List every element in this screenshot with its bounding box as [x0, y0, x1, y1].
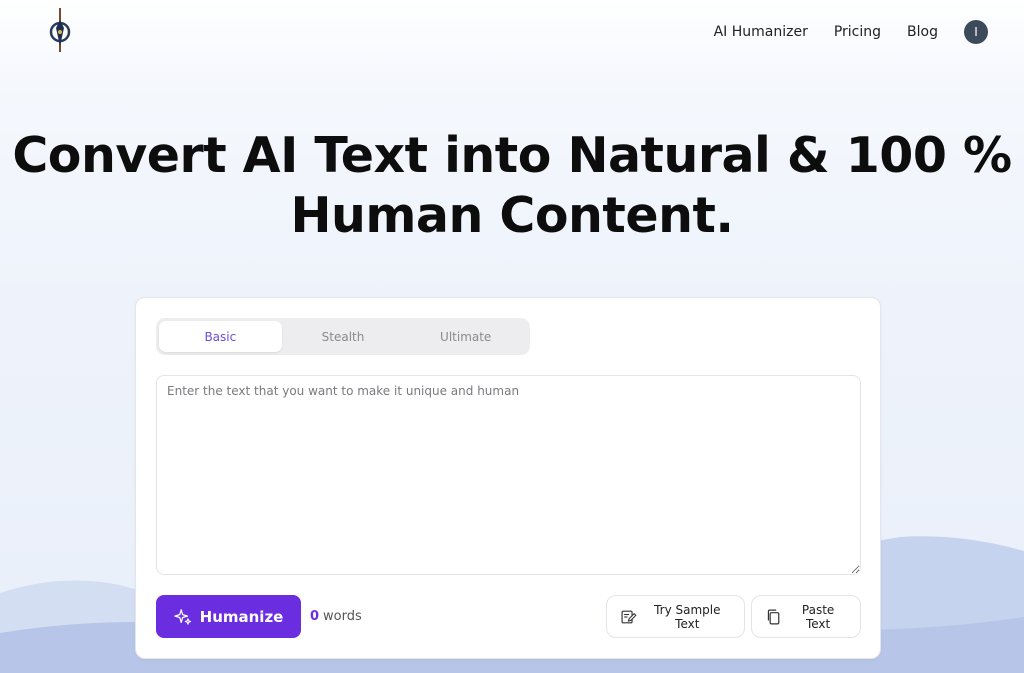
- input-text-area[interactable]: [156, 375, 861, 575]
- humanizer-card: Basic Stealth Ultimate Humanize 0words T…: [135, 297, 881, 659]
- word-count-unit: words: [323, 609, 362, 624]
- sparkle-icon: [173, 608, 191, 625]
- nav-ai-humanizer[interactable]: AI Humanizer: [714, 22, 808, 42]
- nav-blog[interactable]: Blog: [907, 22, 938, 42]
- paste-text-button[interactable]: Paste Text: [751, 595, 861, 638]
- main-nav: AI Humanizer Pricing Blog I: [688, 20, 988, 44]
- hero-title-line1: Convert AI Text into Natural & 100 %: [12, 127, 1012, 184]
- paste-text-label: Paste Text: [801, 602, 835, 631]
- try-sample-text-label: Try Sample Text: [654, 602, 721, 631]
- hero-title: Convert AI Text into Natural & 100 % Hum…: [0, 126, 1024, 246]
- hero-title-line2: Human Content.: [290, 187, 734, 244]
- word-count-number: 0: [310, 609, 320, 624]
- edit-document-icon: [621, 610, 637, 623]
- user-avatar[interactable]: I: [964, 20, 988, 44]
- compass-pen-logo[interactable]: [46, 6, 74, 54]
- nav-pricing[interactable]: Pricing: [834, 22, 881, 42]
- mode-tabs: Basic Stealth Ultimate: [156, 318, 530, 355]
- tab-ultimate[interactable]: Ultimate: [404, 321, 527, 352]
- tab-stealth[interactable]: Stealth: [282, 321, 405, 352]
- try-sample-text-button[interactable]: Try Sample Text: [606, 595, 745, 638]
- copy-icon: [767, 609, 780, 624]
- word-count: 0 words: [310, 609, 362, 624]
- tab-basic[interactable]: Basic: [159, 321, 282, 352]
- humanize-button-label: Humanize: [199, 607, 284, 626]
- top-navigation-bar: AI Humanizer Pricing Blog I: [0, 0, 1024, 60]
- humanize-button[interactable]: Humanize: [156, 595, 301, 638]
